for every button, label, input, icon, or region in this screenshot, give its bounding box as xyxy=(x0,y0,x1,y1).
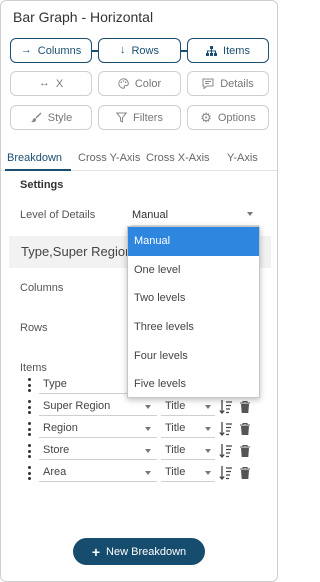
active-tab-indicator xyxy=(5,169,71,171)
columns-label: Columns xyxy=(20,282,64,294)
drag-handle-icon[interactable] xyxy=(27,466,31,480)
filters-button[interactable]: Filters xyxy=(98,105,181,130)
x-button-label: X xyxy=(55,77,64,90)
dropdown-option-one-level[interactable]: One level xyxy=(128,256,259,285)
new-breakdown-button[interactable]: + New Breakdown xyxy=(73,538,205,565)
new-breakdown-label: New Breakdown xyxy=(106,545,187,558)
item-row: Region Title xyxy=(27,420,272,438)
items-button-label: Items xyxy=(223,44,250,57)
level-of-details-select[interactable]: Manual xyxy=(132,209,168,221)
chevron-down-icon xyxy=(205,405,211,409)
items-button[interactable]: Items xyxy=(187,38,269,63)
tab-bar: Breakdown Cross Y-Axis Cross X-Axis Y-Ax… xyxy=(1,149,277,171)
trash-icon[interactable] xyxy=(239,466,251,480)
columns-button[interactable]: → Columns xyxy=(10,38,92,63)
level-of-details-label: Level of Details xyxy=(20,209,96,221)
color-button-label: Color xyxy=(134,77,162,90)
item-field-value: Type xyxy=(43,378,67,390)
dropdown-option-two-levels[interactable]: Two levels xyxy=(128,284,259,313)
chevron-down-icon xyxy=(205,471,211,475)
breakdown-panel: Bar Graph - Horizontal → Columns ↓ Rows … xyxy=(0,0,278,582)
item-aggregate-value: Title xyxy=(165,422,186,434)
sort-icon[interactable] xyxy=(219,399,233,415)
options-button[interactable]: ⚙ Options xyxy=(187,105,269,130)
settings-heading: Settings xyxy=(20,179,64,191)
item-row: Store Title xyxy=(27,442,272,460)
panel-title: Bar Graph - Horizontal xyxy=(13,9,154,25)
item-field-value: Store xyxy=(43,444,70,456)
item-aggregate-value: Title xyxy=(165,400,186,412)
details-button-label: Details xyxy=(220,77,254,90)
trash-icon[interactable] xyxy=(239,422,251,436)
hierarchy-icon xyxy=(206,45,218,56)
tab-cross-x-axis[interactable]: Cross X-Axis xyxy=(146,152,210,164)
item-field-value: Super Region xyxy=(43,400,111,412)
sort-icon[interactable] xyxy=(219,465,233,481)
chevron-down-icon xyxy=(205,427,211,431)
dropdown-option-four-levels[interactable]: Four levels xyxy=(128,341,259,370)
palette-icon xyxy=(118,78,129,89)
item-aggregate-select[interactable]: Title xyxy=(161,398,215,416)
filters-button-label: Filters xyxy=(133,111,163,124)
chevron-down-icon xyxy=(145,405,151,409)
options-button-label: Options xyxy=(217,111,256,124)
sort-icon[interactable] xyxy=(219,421,233,437)
drag-handle-icon[interactable] xyxy=(27,422,31,436)
funnel-icon xyxy=(116,112,128,123)
dropdown-option-three-levels[interactable]: Three levels xyxy=(128,313,259,342)
style-button-label: Style xyxy=(47,111,73,124)
gear-icon: ⚙ xyxy=(200,110,212,125)
trash-icon[interactable] xyxy=(239,444,251,458)
items-label: Items xyxy=(20,362,47,374)
tab-y-axis[interactable]: Y-Axis xyxy=(227,152,258,164)
chevron-down-icon xyxy=(145,449,151,453)
arrow-right-icon: → xyxy=(20,44,32,56)
arrow-down-icon: ↓ xyxy=(119,44,126,56)
item-aggregate-select[interactable]: Title xyxy=(161,442,215,460)
double-arrow-icon: ↔ xyxy=(38,77,50,89)
item-row: Super Region Title xyxy=(27,398,272,416)
sort-icon[interactable] xyxy=(219,443,233,459)
rows-button[interactable]: ↓ Rows xyxy=(98,38,181,63)
color-button[interactable]: Color xyxy=(98,71,181,96)
chevron-down-icon xyxy=(145,471,151,475)
item-aggregate-value: Title xyxy=(165,466,186,478)
columns-button-label: Columns xyxy=(37,44,82,57)
trash-icon[interactable] xyxy=(239,400,251,414)
tab-cross-y-axis[interactable]: Cross Y-Axis xyxy=(78,152,140,164)
item-field-select[interactable]: Store xyxy=(39,442,157,460)
item-aggregate-value: Title xyxy=(165,444,186,456)
plus-icon: + xyxy=(91,543,101,560)
chevron-down-icon[interactable] xyxy=(247,212,253,216)
details-button[interactable]: Details xyxy=(187,71,269,96)
dropdown-option-manual[interactable]: Manual xyxy=(128,227,259,256)
tab-breakdown[interactable]: Breakdown xyxy=(7,152,62,164)
x-button[interactable]: ↔ X xyxy=(10,71,92,96)
drag-handle-icon[interactable] xyxy=(27,444,31,458)
rows-button-label: Rows xyxy=(131,44,159,57)
brush-icon xyxy=(30,112,42,123)
chevron-down-icon xyxy=(205,449,211,453)
item-field-value: Area xyxy=(43,466,67,478)
rows-label: Rows xyxy=(20,322,48,334)
item-field-select[interactable]: Region xyxy=(39,420,157,438)
drag-handle-icon[interactable] xyxy=(27,400,31,414)
item-field-select[interactable]: Area xyxy=(39,464,157,482)
drag-handle-icon[interactable] xyxy=(27,378,31,392)
style-button[interactable]: Style xyxy=(10,105,92,130)
item-field-value: Region xyxy=(43,422,78,434)
chevron-down-icon xyxy=(145,427,151,431)
item-aggregate-select[interactable]: Title xyxy=(161,420,215,438)
comment-icon xyxy=(202,78,214,89)
item-field-select[interactable]: Super Region xyxy=(39,398,157,416)
dropdown-option-five-levels[interactable]: Five levels xyxy=(128,370,259,399)
item-row: Area Title xyxy=(27,464,272,482)
level-of-details-dropdown: Manual One level Two levels Three levels… xyxy=(127,226,260,398)
breakdown-group-title: Type,Super Region, xyxy=(21,244,136,259)
item-aggregate-select[interactable]: Title xyxy=(161,464,215,482)
